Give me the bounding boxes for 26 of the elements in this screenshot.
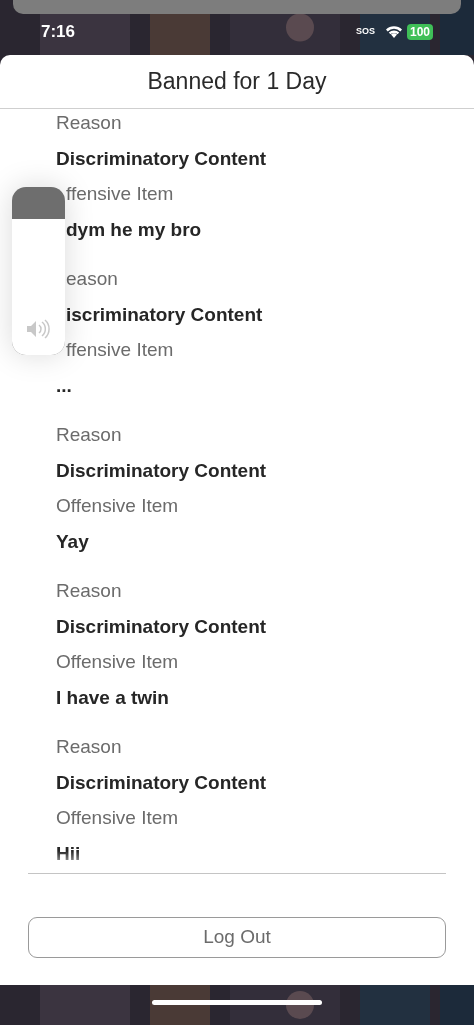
field-value: iscriminatory Content [66, 303, 263, 325]
field-label: ffensive Item [66, 339, 174, 360]
field-label: eason [66, 268, 118, 289]
field-value: Discriminatory Content [56, 147, 267, 169]
speaker-icon [25, 319, 52, 339]
field-value: Yay [56, 530, 89, 552]
wifi-icon [384, 25, 403, 39]
field-value: Hii [56, 842, 81, 864]
field-label: Reason [56, 424, 122, 445]
carrier-label: SOS [355, 25, 375, 38]
field-label: ffensive Item [66, 183, 174, 204]
field-label: Offensive Item [56, 807, 179, 828]
field-value: Discriminatory Content [56, 459, 267, 481]
field-value: I have a twin [56, 686, 169, 708]
field-value: dym he my bro [66, 218, 202, 240]
field-label: Offensive Item [56, 495, 179, 516]
field-value: Discriminatory Content [56, 771, 267, 793]
sheet-title: Banned for 1 Day [147, 67, 327, 97]
field-label: Reason [56, 736, 122, 757]
field-label: Reason [56, 580, 122, 601]
field-label: Reason [56, 112, 122, 133]
field-value: ... [56, 374, 72, 396]
field-label: Offensive Item [56, 651, 179, 672]
status-time: 7:16 [41, 21, 76, 43]
field-value: Discriminatory Content [56, 615, 267, 637]
log-out-button[interactable]: Log Out [28, 917, 446, 958]
